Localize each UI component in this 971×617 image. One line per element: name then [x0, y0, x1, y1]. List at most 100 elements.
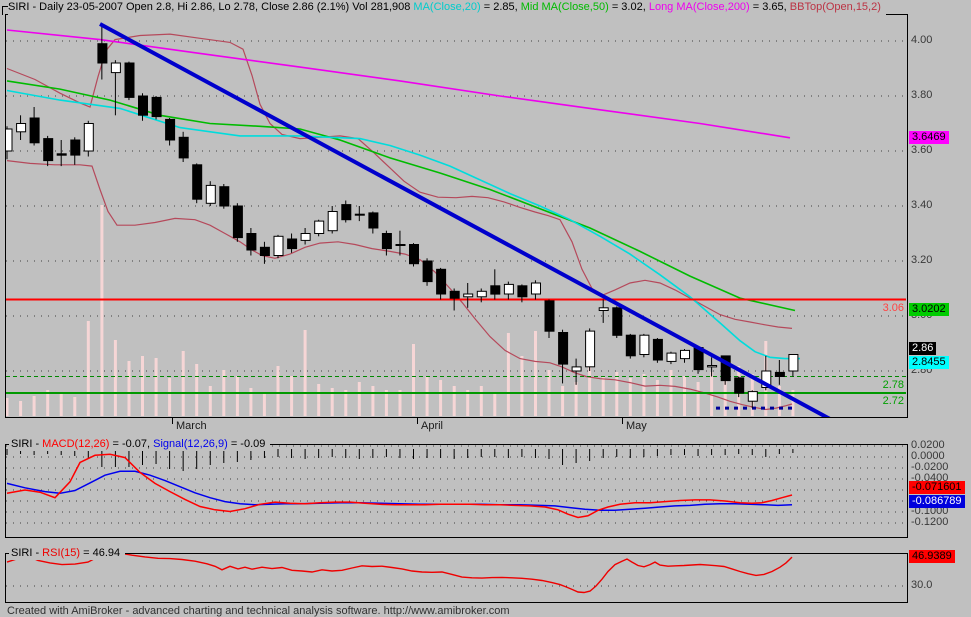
panel-title-segment: Signal(12,26,9) [153, 438, 228, 450]
volume-bar [412, 344, 415, 416]
volume-bar [154, 358, 158, 416]
volume-bar [195, 364, 199, 416]
ma200-line [6, 29, 791, 139]
macd-panel-title: SIRI - MACD(12,26) = -0.07, Signal(12,26… [9, 438, 271, 451]
candle-body [273, 235, 284, 257]
hline-value-label: 2.78 [882, 378, 904, 391]
candle-body [734, 377, 745, 394]
candle-body [544, 300, 555, 332]
candle-body [314, 220, 325, 235]
candle-body [598, 307, 609, 311]
volume-bar [86, 321, 90, 416]
month-tick-mark [417, 418, 418, 424]
volume-bar [506, 333, 510, 416]
candle-body [259, 246, 270, 257]
candle-body [110, 62, 121, 74]
candle-body [300, 233, 311, 241]
chart-title-segment: Long MA(Close,200) [648, 1, 750, 13]
price-axis-tick: 3.80 [911, 89, 933, 101]
chart-title: SIRI - Daily 23-05-2007 Open 2.8, Hi 2.8… [8, 1, 886, 15]
price-axis-tick: 3.20 [911, 254, 933, 266]
candle-body [422, 260, 433, 283]
price-axis-badge: 3.6469 [909, 131, 949, 145]
candle-body [327, 211, 338, 232]
volume-bar [181, 351, 185, 416]
candle-body [680, 349, 690, 360]
candle-body [449, 290, 460, 299]
price-axis-tick: 4.00 [911, 34, 933, 46]
volume-bar [479, 386, 483, 416]
macd-line [6, 453, 793, 519]
rsi-axis-badge: 46.9389 [909, 550, 955, 564]
candle-body [476, 290, 487, 298]
candle-body [246, 233, 257, 251]
candle-body [571, 366, 582, 372]
candle-body [192, 164, 203, 200]
candle-body [490, 285, 501, 295]
trendline [99, 22, 831, 418]
hline-value-label: 2.72 [882, 395, 904, 407]
rsi-panel[interactable] [5, 553, 908, 603]
price-axis-badge: 2.8455 [909, 356, 949, 370]
volume-bar [534, 331, 537, 416]
month-tick-mark [172, 418, 173, 424]
chart-title-segment: MA(Close,20) [413, 1, 481, 13]
candle-body [666, 352, 677, 362]
volume-bar [262, 392, 266, 416]
chart-title-segment: = 3.02, [608, 1, 649, 13]
candle-body [531, 282, 541, 295]
volume-bar [141, 356, 144, 416]
panel-border [5, 444, 908, 538]
volume-bar [290, 376, 294, 416]
candle-body [436, 268, 447, 295]
candle-body [409, 244, 419, 265]
candle-body [97, 43, 108, 64]
panel-title-segment: = -0.07, [109, 438, 154, 450]
volume-bar [276, 366, 280, 416]
ma20-line [6, 89, 800, 360]
candle-body [232, 205, 243, 239]
macd-panel[interactable] [5, 444, 908, 538]
candle-body [138, 95, 148, 116]
price-chart-panel[interactable] [5, 14, 908, 418]
candle-body [517, 285, 528, 298]
candle-body [178, 136, 189, 159]
volume-bar [127, 361, 131, 416]
ma50-line [6, 80, 796, 312]
candle-body [381, 233, 392, 250]
macd-axis-badge: -0.086789 [909, 494, 965, 508]
candle-body [83, 123, 94, 152]
candle-body [151, 96, 162, 118]
volume-bar [168, 378, 172, 416]
date-axis[interactable]: March April May [0, 418, 971, 433]
candle-body [747, 391, 758, 402]
panel-title-segment: = -0.09 [227, 438, 266, 450]
volume-bar [601, 376, 605, 416]
candle-body [354, 213, 365, 216]
chart-title-segment: Mid MA(Close,50) [520, 1, 609, 13]
chart-title-segment: = 2.85, [480, 1, 521, 13]
candle-body [503, 283, 514, 295]
candle-body [124, 62, 135, 98]
price-axis-badge: 3.0202 [909, 303, 949, 317]
volume-bar [683, 376, 686, 416]
volume-bar [452, 386, 456, 416]
panel-border [5, 553, 908, 603]
candle-body [341, 204, 352, 221]
volume-bar [19, 401, 23, 416]
chart-title-segment: = 3.65, [749, 1, 790, 13]
volume-bar [574, 382, 578, 416]
panel-title-segment: SIRI - [11, 547, 43, 559]
price-axis-badge: 2.86 [909, 341, 937, 355]
price-axis-tick: 3.40 [911, 199, 933, 211]
candle-body [788, 354, 799, 372]
candle-body [43, 138, 54, 162]
panel-title-segment: MACD(12,26) [42, 438, 110, 450]
footer-credit: Created with AmiBroker - advanced charti… [7, 605, 510, 617]
panel-title-segment: = 46.94 [80, 547, 121, 559]
volume-bar [100, 205, 104, 416]
candle-body [774, 371, 785, 377]
macd-axis-badge: -0.071601 [909, 481, 965, 495]
volume-bar [208, 386, 212, 416]
month-tick-mark [622, 418, 623, 424]
